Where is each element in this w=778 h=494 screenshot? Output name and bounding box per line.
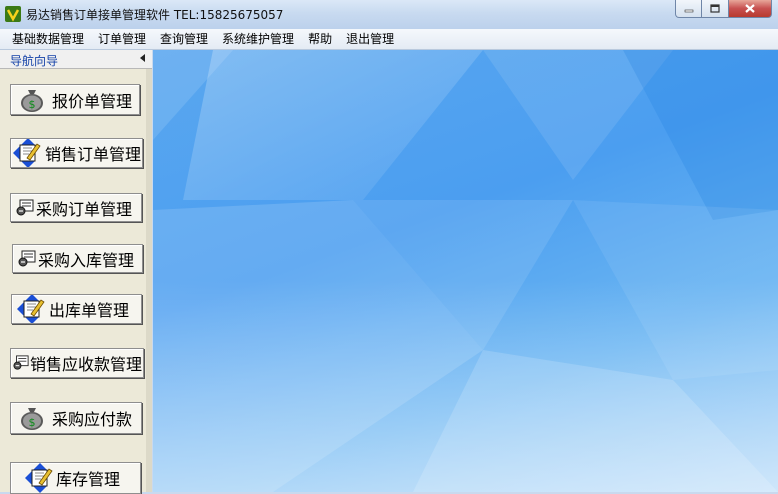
svg-text:$: $ — [29, 98, 36, 111]
menu-bar: 基础数据管理 订单管理 查询管理 系统维护管理 帮助 退出管理 — [0, 29, 778, 50]
nav-button-label: 报价单管理 — [52, 91, 133, 111]
collapse-arrow-icon[interactable] — [140, 54, 145, 62]
form-icon — [18, 250, 36, 266]
form-icon — [16, 199, 34, 215]
edit-document-arrows-icon — [13, 139, 41, 167]
maximize-button[interactable] — [702, 0, 729, 18]
nav-button-label: 销售订单管理 — [45, 145, 142, 164]
nav-button-sales-order[interactable]: 销售订单管理 — [10, 138, 143, 168]
form-icon — [13, 355, 29, 370]
background-pattern — [153, 50, 778, 492]
nav-button-outbound-order[interactable]: 出库单管理 — [11, 294, 142, 324]
menu-basic-data[interactable]: 基础数据管理 — [0, 29, 91, 49]
nav-button-label: 采购订单管理 — [36, 199, 133, 219]
nav-button-receivables[interactable]: 销售应收款管理 — [10, 348, 144, 378]
minimize-icon — [684, 9, 693, 12]
nav-button-inventory[interactable]: 库存管理 — [10, 462, 141, 494]
sidebar-scroll-track — [146, 69, 152, 492]
menu-system-maintenance[interactable]: 系统维护管理 — [215, 29, 301, 49]
sidebar-header: 导航向导 — [0, 50, 152, 69]
nav-button-label: 出库单管理 — [49, 301, 130, 320]
close-button[interactable] — [729, 0, 772, 18]
nav-button-label: 库存管理 — [56, 470, 121, 489]
sidebar-title: 导航向导 — [10, 54, 59, 68]
svg-text:$: $ — [29, 416, 36, 429]
money-bag-icon: $ — [21, 89, 43, 112]
nav-button-label: 采购入库管理 — [38, 250, 135, 270]
menu-exit[interactable]: 退出管理 — [339, 29, 401, 49]
menu-help[interactable]: 帮助 — [301, 29, 339, 49]
navigation-sidebar: 导航向导 $ 报价单管理 销售订单管理 采购订单管理 采购入库管理 出库单管理 … — [0, 50, 152, 494]
title-bar[interactable]: 易达销售订单接单管理软件 TEL:15825675057 — [0, 0, 778, 29]
edit-document-arrows-icon — [25, 463, 53, 493]
window-title: 易达销售订单接单管理软件 TEL:15825675057 — [26, 8, 284, 22]
edit-document-arrows-icon — [17, 295, 45, 323]
nav-button-quotation[interactable]: $ 报价单管理 — [10, 84, 140, 115]
app-logo-icon — [5, 6, 21, 22]
nav-button-payables[interactable]: $ 采购应付款 — [10, 402, 142, 434]
main-workspace — [153, 50, 778, 492]
nav-button-label: 采购应付款 — [52, 410, 133, 429]
money-bag-icon: $ — [21, 408, 43, 430]
nav-button-purchase-warehousing[interactable]: 采购入库管理 — [12, 244, 143, 273]
close-icon — [745, 4, 755, 13]
maximize-icon — [710, 4, 720, 13]
nav-button-purchase-order[interactable]: 采购订单管理 — [10, 193, 142, 222]
nav-button-label: 销售应收款管理 — [30, 355, 143, 374]
menu-orders[interactable]: 订单管理 — [91, 29, 153, 49]
minimize-button[interactable] — [675, 0, 702, 18]
menu-query[interactable]: 查询管理 — [153, 29, 215, 49]
